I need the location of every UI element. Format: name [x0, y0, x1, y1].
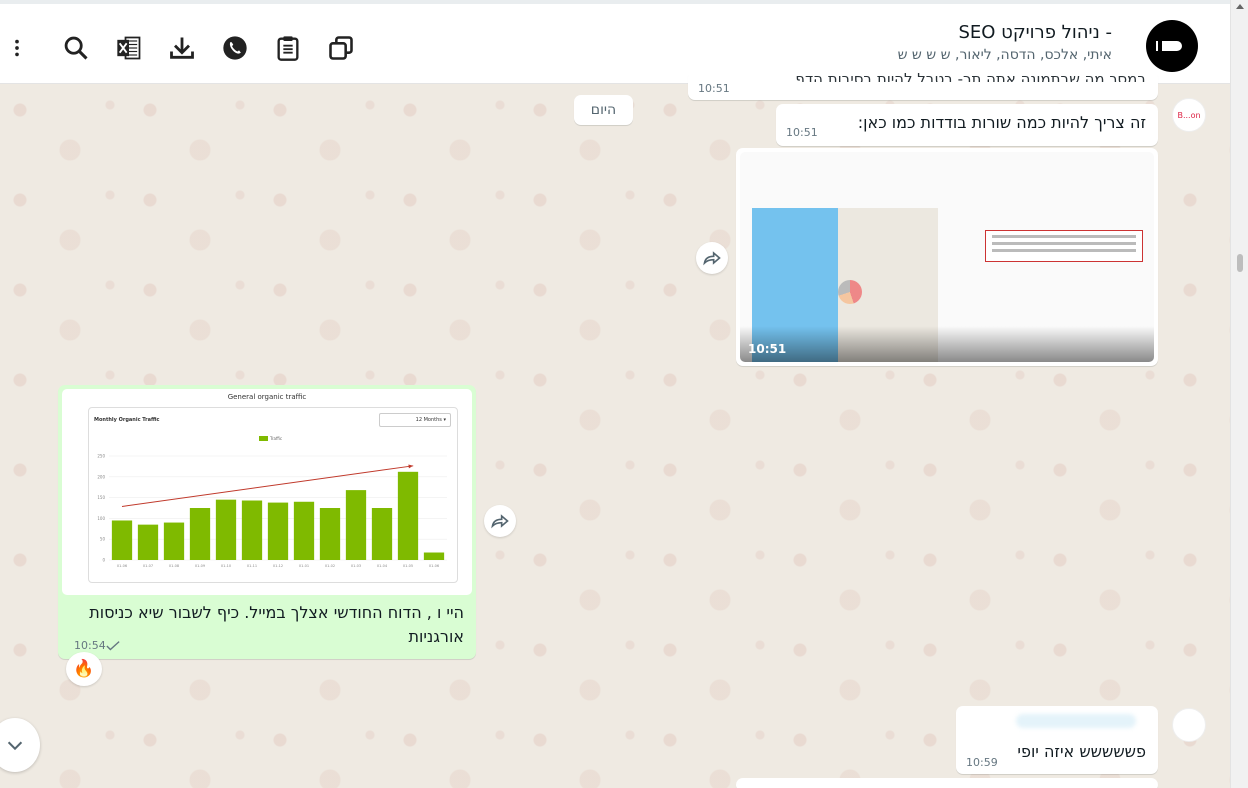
message-bubble-previous[interactable]: במסך מה שבתמונה אתה תר- בטבל להיות בסיבו… — [688, 70, 1158, 100]
sender-avatar[interactable] — [1172, 708, 1206, 742]
legend-label: Traffic — [270, 436, 283, 441]
y-tick-label: 150 — [97, 495, 105, 500]
chart-outer-title: General organic traffic — [227, 393, 307, 401]
message-time: 10:51 — [786, 126, 818, 139]
image-time: 10:51 — [748, 342, 787, 356]
chart-legend: Traffic — [259, 436, 282, 441]
chevron-down-icon — [7, 741, 23, 751]
chart-bar — [423, 552, 445, 560]
message-time: 10:59 — [966, 756, 998, 769]
message-bubble-incoming[interactable]: זה צריך להיות כמה שורות בודדות כמו כאן: … — [776, 104, 1158, 146]
chart-bar — [189, 508, 211, 560]
y-tick-label: 100 — [97, 516, 105, 521]
chart-bar — [215, 499, 237, 560]
message-text: במסך מה שבתמונה אתה תר- בטבל להיות בסיבו… — [795, 70, 1146, 82]
highlighted-text-box — [985, 230, 1143, 262]
message-bubble-outgoing-chart[interactable]: General organic traffic Monthly Organic … — [58, 385, 476, 659]
trend-arrow-head — [408, 464, 414, 469]
sender-avatar[interactable]: B...on — [1172, 98, 1206, 132]
chat-title[interactable]: - ניהול פרויקט SEO איתי, אלכס, הדסה, ליא… — [898, 22, 1112, 63]
chart-card: Monthly Organic Traffic 12 Months ▾ Traf… — [88, 407, 458, 583]
message-meta: 10:54 — [68, 639, 120, 652]
x-tick-label: 01-06 — [429, 564, 439, 568]
x-tick-label: 01-06 — [117, 564, 127, 568]
search-icon[interactable] — [56, 28, 96, 68]
x-tick-label: 01-02 — [325, 564, 335, 568]
download-icon[interactable] — [162, 28, 202, 68]
header-actions — [6, 28, 374, 68]
y-tick-label: 200 — [97, 474, 105, 479]
screenshot-image[interactable]: 10:51 — [740, 152, 1154, 362]
message-text: פששששש איזה יופי — [1017, 742, 1146, 761]
chart-title: Monthly Organic Traffic — [94, 417, 160, 423]
whatsapp-icon[interactable] — [215, 28, 255, 68]
x-tick-label: 01-10 — [221, 564, 231, 568]
y-tick-label: 0 — [102, 558, 105, 563]
sent-check-icon — [106, 640, 120, 650]
scrollbar-thumb[interactable] — [1237, 254, 1243, 272]
x-tick-label: 01-09 — [195, 564, 205, 568]
chart-bar — [319, 508, 341, 560]
traffic-bar-chart: 250 200 150 100 50 0 01-06 01-07 01-08 01-09 01-10… — [97, 454, 447, 568]
x-tick-label: 01-11 — [247, 564, 257, 568]
chart-bar — [163, 522, 185, 560]
chat-name: - ניהול פרויקט SEO — [958, 22, 1112, 43]
sender-name-blurred — [1016, 714, 1136, 728]
period-select-value: 12 Months — [415, 417, 442, 423]
x-tick-label: 01-08 — [169, 564, 179, 568]
image-message[interactable]: 10:51 — [736, 148, 1158, 366]
fire-reaction-icon[interactable]: 🔥 — [66, 652, 102, 686]
scrollbar[interactable] — [1230, 0, 1248, 788]
chart-bar — [371, 508, 393, 560]
y-tick-label: 50 — [100, 537, 106, 542]
y-tick-label: 250 — [97, 454, 105, 459]
chart-bar — [137, 524, 159, 560]
message-text: זה צריך להיות כמה שורות בודדות כמו כאן: — [857, 113, 1146, 132]
x-tick-label: 01-01 — [299, 564, 309, 568]
message-bubble-incoming[interactable]: פששששש איזה יופי 10:59 — [956, 706, 1158, 774]
chart-bar — [267, 502, 289, 560]
forward-icon[interactable] — [484, 505, 516, 537]
sender-avatar-label: B...on — [1177, 110, 1201, 120]
period-select: 12 Months ▾ — [379, 413, 451, 427]
date-separator: היום — [574, 95, 633, 125]
chart-bar — [293, 501, 315, 560]
forward-icon[interactable] — [696, 242, 728, 274]
chart-bar — [345, 490, 367, 560]
x-tick-label: 01-07 — [143, 564, 153, 568]
trend-arrow-line — [121, 465, 414, 507]
chart-image[interactable]: General organic traffic Monthly Organic … — [62, 389, 472, 595]
clipboard-icon[interactable] — [268, 28, 308, 68]
message-bubble-peek[interactable] — [736, 778, 1158, 788]
x-tick-label: 01-05 — [403, 564, 413, 568]
x-tick-label: 01-04 — [377, 564, 388, 568]
chart-bar — [241, 500, 263, 560]
chart-bar — [397, 471, 419, 560]
message-text: היי ו , הדוח החודשי אצלך במייל. כיף לשבו… — [89, 603, 464, 646]
chart-bar — [111, 520, 133, 560]
excel-export-icon[interactable] — [109, 28, 149, 68]
group-avatar[interactable] — [1146, 20, 1198, 72]
x-tick-label: 01-12 — [273, 564, 283, 568]
message-time: 10:51 — [698, 82, 730, 95]
message-time: 10:54 — [74, 639, 106, 652]
menu-kebab-icon[interactable] — [6, 28, 28, 68]
chat-members: איתי, אלכס, הדסה, ליאור, ש ש ש ש — [897, 47, 1112, 63]
x-tick-label: 01-03 — [351, 564, 361, 568]
scroll-up-arrow-icon[interactable] — [1236, 4, 1244, 9]
copy-windows-icon[interactable] — [321, 28, 361, 68]
